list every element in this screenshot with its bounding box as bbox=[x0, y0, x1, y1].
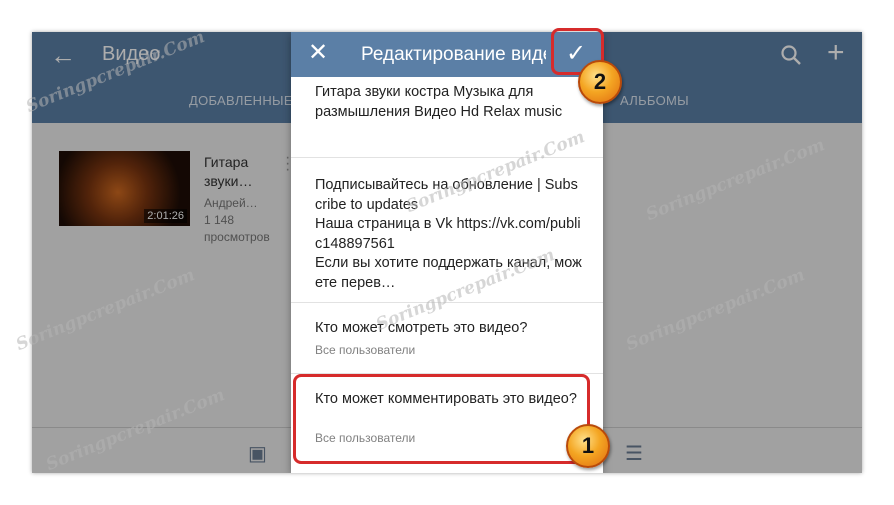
video-title-value: Гитара звуки костра Музыка для размышлен… bbox=[315, 84, 563, 120]
privacy-comment-highlight bbox=[293, 374, 590, 464]
callout-badge-2: 2 bbox=[578, 60, 622, 104]
close-icon[interactable]: ✕ bbox=[308, 41, 328, 65]
dialog-title: Редактирование видео bbox=[361, 44, 546, 65]
privacy-view-label: Кто может смотреть это видео? bbox=[315, 320, 528, 336]
privacy-view-value: Все пользователи bbox=[315, 343, 416, 357]
privacy-view-setting[interactable]: Кто может смотреть это видео? Все пользо… bbox=[291, 303, 603, 374]
callout-badge-1: 1 bbox=[566, 424, 610, 468]
